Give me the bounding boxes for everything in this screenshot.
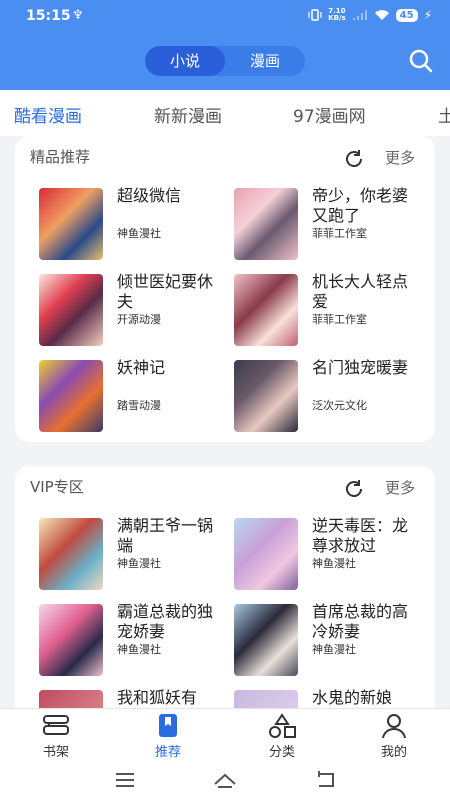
comic-item[interactable]: 帝少，你老婆又跑了 菲菲工作室 (234, 186, 424, 264)
tab-kukan[interactable]: 酷看漫画 (14, 102, 82, 127)
comic-item[interactable]: 机长大人轻点爱 菲菲工作室 (234, 272, 424, 350)
comic-title: 帝少，你老婆又跑了 (312, 186, 409, 225)
charging-icon: ⚡ (423, 8, 432, 22)
top-header: 15:15 ♆ 7.10 KB/s 45 ⚡ 小说 漫画 (0, 0, 450, 90)
comic-cover (234, 188, 298, 260)
status-right: 7.10 KB/s 45 ⚡ (308, 8, 432, 22)
section-title: 精品推荐 (30, 148, 91, 166)
comic-publisher: 菲菲工作室 (312, 313, 367, 326)
bookshelf-icon (43, 715, 69, 735)
status-time: 15:15 (26, 8, 71, 24)
nav-label: 我的 (380, 745, 407, 760)
comic-publisher: 神鱼漫社 (117, 643, 161, 656)
home-icon[interactable] (213, 768, 237, 792)
system-nav-bar (0, 762, 450, 800)
comic-cover (39, 188, 103, 260)
comic-cover (39, 274, 103, 346)
comic-cover (39, 360, 103, 432)
comic-title: 霸道总裁的独宠娇妻 (117, 602, 214, 641)
comic-cover (39, 518, 103, 590)
menu-icon[interactable] (113, 768, 137, 792)
tab-97[interactable]: 97漫画网 (293, 102, 366, 127)
tab-xinxin[interactable]: 新新漫画 (154, 102, 222, 127)
comic-cover (39, 604, 103, 676)
comic-title: 我和狐妖有 (117, 688, 198, 707)
usb-icon: ♆ (72, 8, 84, 23)
comic-publisher: 神鱼漫社 (312, 557, 356, 570)
nav-label: 分类 (268, 745, 295, 760)
comic-title: 满朝王爷一锅端 (117, 516, 214, 555)
toggle-novel[interactable]: 小说 (145, 46, 225, 76)
nav-bookshelf[interactable]: 书架 (16, 713, 96, 763)
content-type-toggle: 小说 漫画 (145, 46, 305, 76)
bookmark-icon (159, 714, 177, 737)
comic-cover (234, 604, 298, 676)
comic-title: 妖神记 (117, 358, 166, 377)
signal-icon (352, 10, 367, 20)
section-featured: 精品推荐 更多 超级微信 神鱼漫社 帝少，你老婆又跑了 菲菲工作室 倾世医妃要休… (15, 136, 435, 442)
nav-recommend[interactable]: 推荐 (128, 713, 208, 763)
nav-category[interactable]: 分类 (242, 713, 322, 763)
user-icon (382, 714, 406, 739)
comic-item[interactable]: 妖神记 踏雪动漫 (39, 358, 229, 436)
nav-label: 书架 (42, 745, 69, 760)
comic-title: 机长大人轻点爱 (312, 272, 409, 311)
comic-publisher: 神鱼漫社 (117, 227, 161, 240)
section-vip: VIP专区 更多 满朝王爷一锅端 神鱼漫社 逆天毒医：龙尊求放过 神鱼漫社 霸道… (15, 466, 435, 762)
comic-item[interactable]: 满朝王爷一锅端 神鱼漫社 (39, 516, 229, 594)
comic-item[interactable]: 超级微信 神鱼漫社 (39, 186, 229, 264)
nav-label: 推荐 (154, 745, 181, 760)
category-icon (269, 713, 296, 738)
comic-title: 逆天毒医：龙尊求放过 (312, 516, 409, 555)
comic-title: 超级微信 (117, 186, 182, 205)
comic-publisher: 菲菲工作室 (312, 227, 367, 240)
comic-title: 倾世医妃要休夫 (117, 272, 214, 311)
comic-item[interactable]: 逆天毒医：龙尊求放过 神鱼漫社 (234, 516, 424, 594)
search-icon[interactable] (408, 48, 434, 74)
nav-mine[interactable]: 我的 (354, 713, 434, 763)
net-speed: 7.10 KB/s (328, 8, 345, 22)
net-speed-unit: KB/s (328, 14, 346, 22)
battery-level: 45 (395, 8, 418, 22)
comic-cover (234, 274, 298, 346)
refresh-icon[interactable] (343, 148, 365, 170)
comic-item[interactable]: 霸道总裁的独宠娇妻 神鱼漫社 (39, 602, 229, 680)
comic-publisher: 开源动漫 (117, 313, 161, 326)
toggle-comic[interactable]: 漫画 (225, 46, 305, 76)
comic-title: 水鬼的新娘 (312, 688, 393, 707)
wifi-icon (374, 10, 389, 20)
comic-title: 名门独宠暖妻 (312, 358, 409, 377)
source-tabs: 酷看漫画 新新漫画 97漫画网 土 (0, 90, 450, 136)
section-title: VIP专区 (30, 478, 84, 496)
comic-cover (234, 518, 298, 590)
comic-title: 首席总裁的高冷娇妻 (312, 602, 409, 641)
refresh-icon[interactable] (343, 478, 365, 500)
comic-publisher: 踏雪动漫 (117, 399, 161, 412)
comic-publisher: 神鱼漫社 (117, 557, 161, 570)
more-link[interactable]: 更多 (385, 477, 415, 498)
comic-publisher: 神鱼漫社 (312, 643, 356, 656)
comic-publisher: 泛次元文化 (312, 399, 367, 412)
comic-cover (234, 360, 298, 432)
status-bar: 15:15 ♆ 7.10 KB/s 45 ⚡ (0, 0, 450, 34)
back-icon[interactable] (313, 768, 337, 792)
comic-item[interactable]: 名门独宠暖妻 泛次元文化 (234, 358, 424, 436)
tab-more[interactable]: 土 (438, 102, 450, 127)
more-link[interactable]: 更多 (385, 147, 415, 168)
comic-item[interactable]: 倾世医妃要休夫 开源动漫 (39, 272, 229, 350)
vibrate-icon (308, 9, 322, 21)
comic-item[interactable]: 首席总裁的高冷娇妻 神鱼漫社 (234, 602, 424, 680)
